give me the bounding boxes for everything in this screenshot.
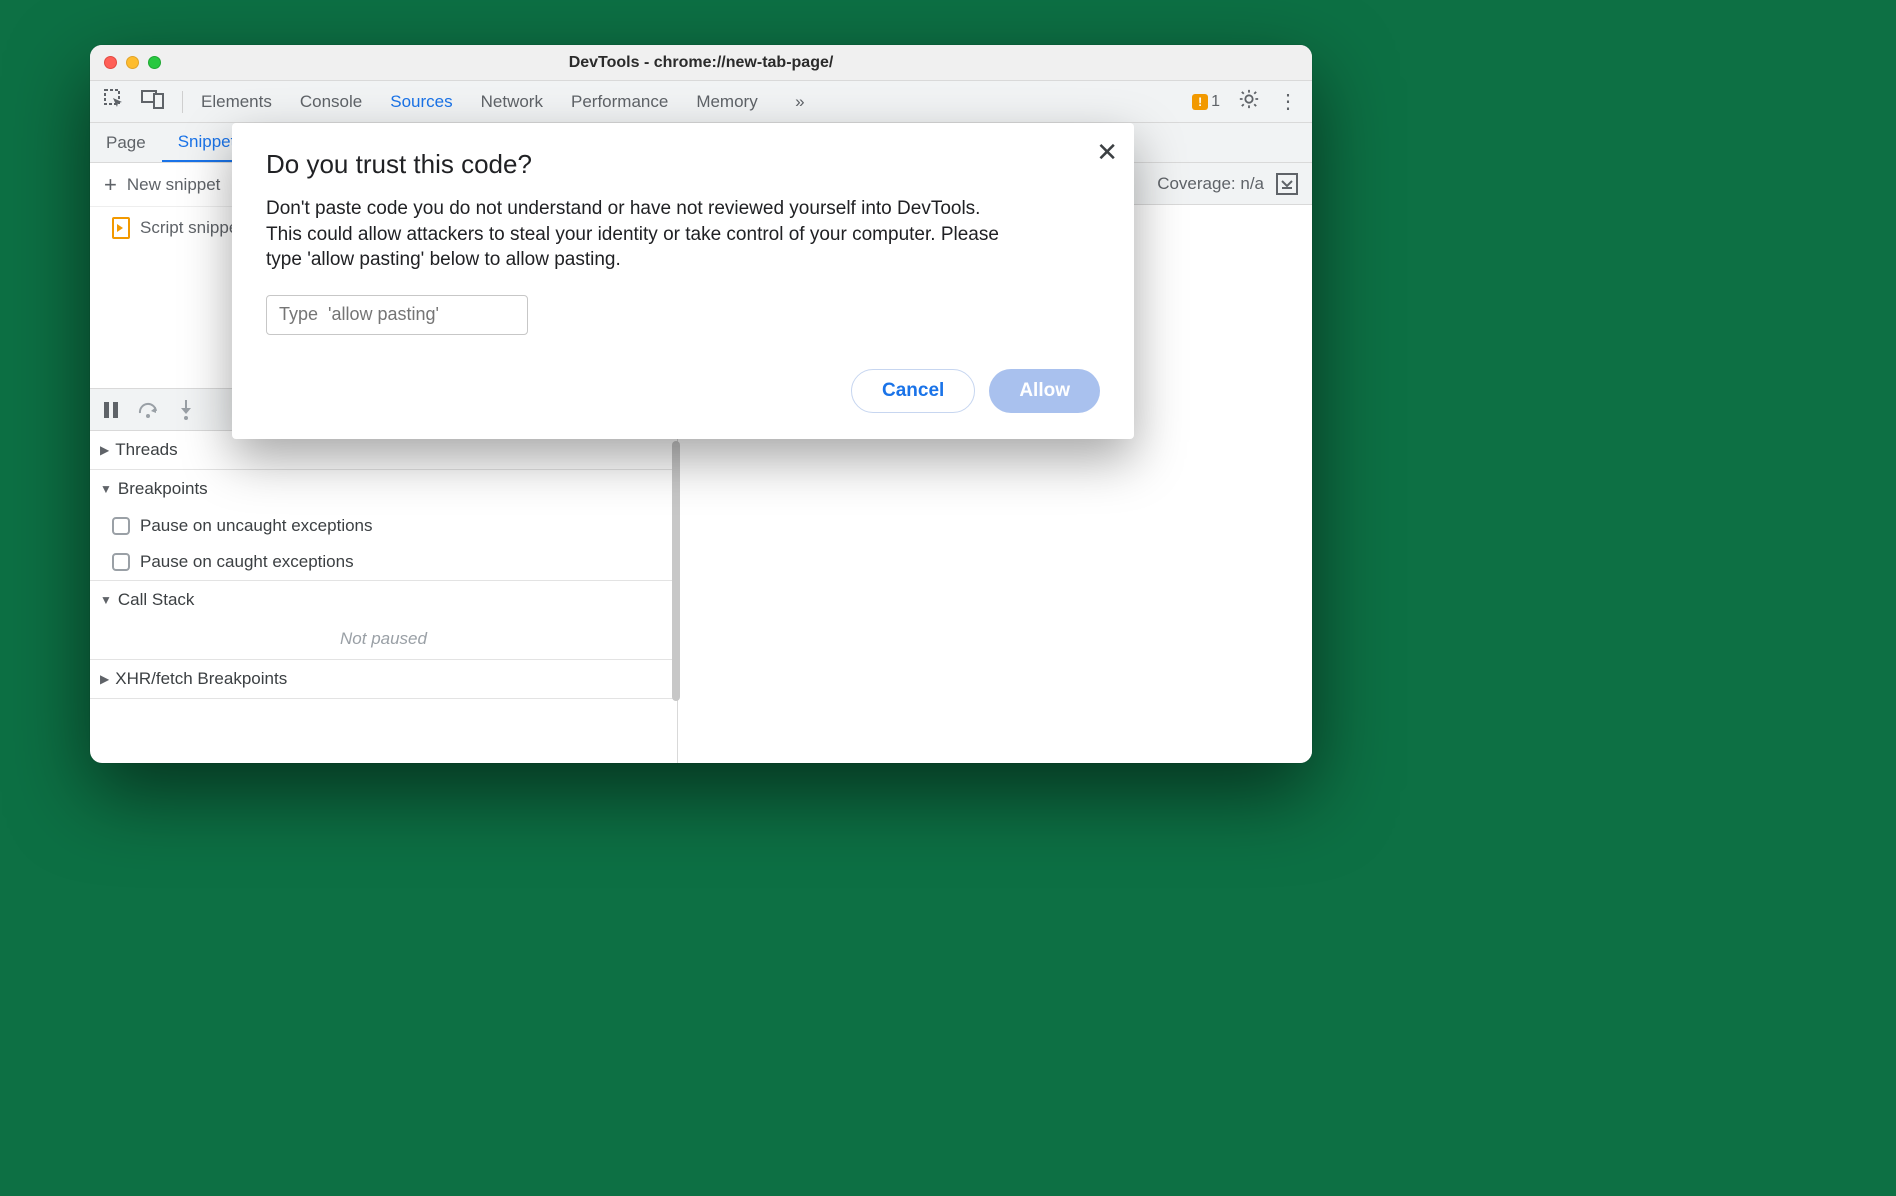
devtools-main-toolbar: Elements Console Sources Network Perform…	[90, 81, 1312, 123]
warnings-count: 1	[1211, 93, 1220, 111]
breakpoints-header[interactable]: ▼ Breakpoints	[90, 470, 677, 508]
vertical-scrollbar[interactable]	[672, 441, 680, 701]
triangle-down-icon: ▼	[100, 593, 112, 607]
dialog-title: Do you trust this code?	[266, 149, 1100, 180]
maximize-window-button[interactable]	[148, 56, 161, 69]
cancel-button[interactable]: Cancel	[851, 369, 975, 413]
triangle-right-icon: ▶	[100, 672, 109, 686]
tab-elements[interactable]: Elements	[201, 92, 272, 112]
dialog-buttons: Cancel Allow	[266, 369, 1100, 413]
tab-sources[interactable]: Sources	[390, 92, 452, 112]
checkbox-unchecked-icon[interactable]	[112, 553, 130, 571]
breakpoints-label: Breakpoints	[118, 479, 208, 499]
pause-uncaught-label: Pause on uncaught exceptions	[140, 516, 373, 536]
pause-icon[interactable]	[102, 401, 120, 419]
step-into-icon[interactable]	[178, 400, 194, 420]
coverage-label: Coverage: n/a	[1157, 174, 1264, 194]
triangle-down-icon: ▼	[100, 482, 112, 496]
section-breakpoints: ▼ Breakpoints Pause on uncaught exception…	[90, 470, 677, 581]
pause-caught-row[interactable]: Pause on caught exceptions	[90, 544, 677, 580]
tab-memory[interactable]: Memory	[696, 92, 757, 112]
dropdown-icon[interactable]	[1276, 173, 1298, 195]
checkbox-unchecked-icon[interactable]	[112, 517, 130, 535]
threads-label: Threads	[115, 440, 177, 460]
section-call-stack: ▼ Call Stack Not paused	[90, 581, 677, 660]
gear-icon[interactable]	[1238, 88, 1260, 115]
device-toolbar-icon[interactable]	[142, 89, 164, 114]
dialog-body: Don't paste code you do not understand o…	[266, 196, 1006, 273]
trust-code-dialog: ✕ Do you trust this code? Don't paste co…	[232, 123, 1134, 439]
window-title: DevTools - chrome://new-tab-page/	[90, 54, 1312, 72]
inspect-element-icon[interactable]	[104, 89, 124, 114]
pause-caught-label: Pause on caught exceptions	[140, 552, 354, 572]
devtools-window: DevTools - chrome://new-tab-page/ Elemen…	[90, 45, 1312, 763]
plus-icon: +	[104, 174, 117, 196]
allow-pasting-input[interactable]	[266, 295, 528, 335]
subtab-page[interactable]: Page	[90, 123, 162, 162]
section-xhr-breakpoints[interactable]: ▶ XHR/fetch Breakpoints	[90, 660, 677, 699]
minimize-window-button[interactable]	[126, 56, 139, 69]
tab-network[interactable]: Network	[481, 92, 543, 112]
xhr-label: XHR/fetch Breakpoints	[115, 669, 287, 689]
tab-performance[interactable]: Performance	[571, 92, 668, 112]
more-tabs-icon[interactable]: »	[786, 92, 805, 112]
step-over-icon[interactable]	[138, 401, 160, 419]
allow-button[interactable]: Allow	[989, 369, 1100, 413]
call-stack-not-paused: Not paused	[90, 619, 677, 659]
call-stack-label: Call Stack	[118, 590, 195, 610]
snippet-file-icon	[112, 217, 130, 239]
snippet-item-label: Script snippet	[140, 218, 243, 238]
close-window-button[interactable]	[104, 56, 117, 69]
tab-console[interactable]: Console	[300, 92, 362, 112]
kebab-menu-icon[interactable]: ⋮	[1278, 89, 1298, 114]
traffic-lights	[104, 56, 161, 69]
call-stack-header[interactable]: ▼ Call Stack	[90, 581, 677, 619]
close-icon[interactable]: ✕	[1096, 137, 1118, 168]
titlebar: DevTools - chrome://new-tab-page/	[90, 45, 1312, 81]
separator	[182, 91, 183, 113]
warnings-badge[interactable]: ! 1	[1192, 93, 1220, 111]
triangle-right-icon: ▶	[100, 443, 109, 457]
warning-icon: !	[1192, 94, 1208, 110]
new-snippet-label: New snippet	[127, 175, 221, 195]
panel-tabs: Elements Console Sources Network Perform…	[201, 92, 805, 112]
pause-uncaught-row[interactable]: Pause on uncaught exceptions	[90, 508, 677, 544]
